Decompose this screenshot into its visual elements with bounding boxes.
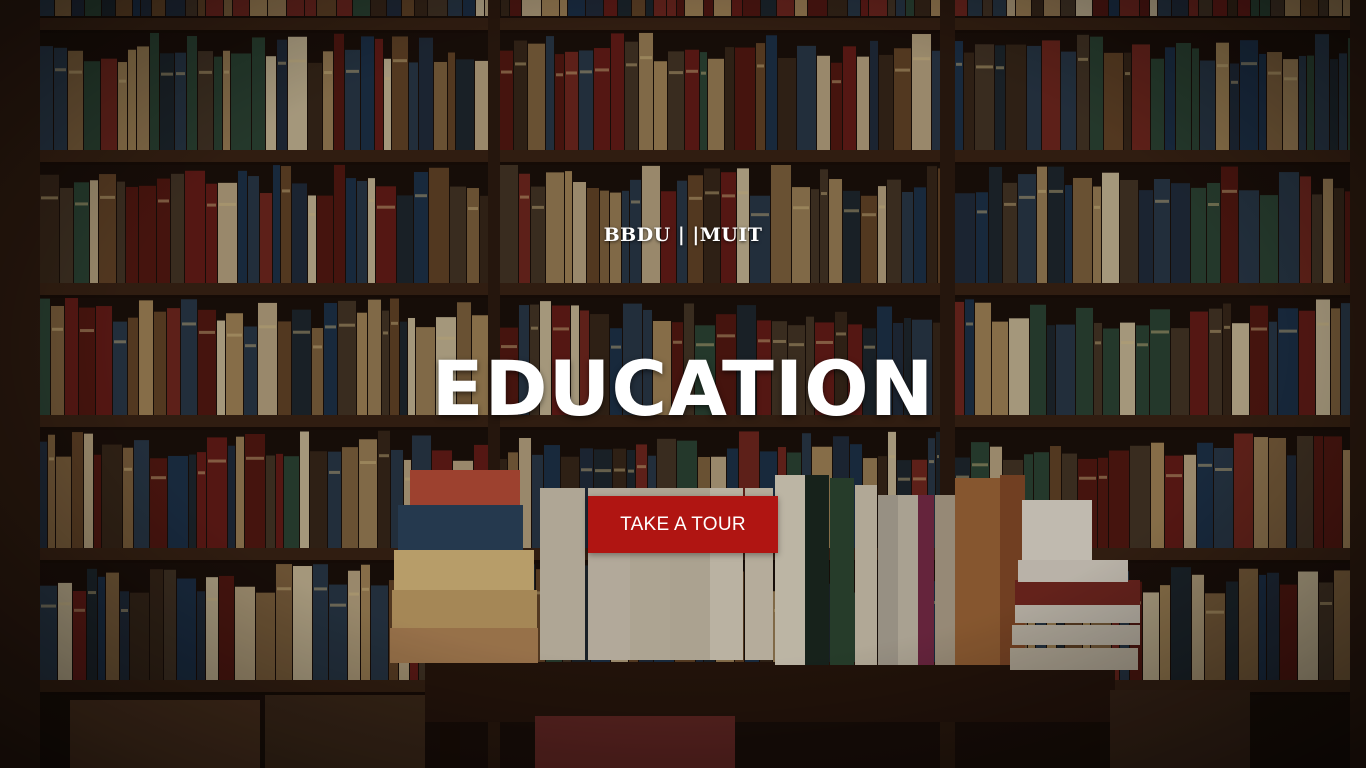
hero-content: BBDU | |MUIT EDUCATION TAKE A TOUR bbox=[0, 0, 1366, 768]
take-a-tour-button[interactable]: TAKE A TOUR bbox=[588, 496, 778, 553]
brand-label: BBDU | |MUIT bbox=[603, 224, 763, 246]
hero-title: EDUCATION bbox=[431, 344, 935, 433]
hero-section: BBDU | |MUIT EDUCATION TAKE A TOUR bbox=[0, 0, 1366, 768]
